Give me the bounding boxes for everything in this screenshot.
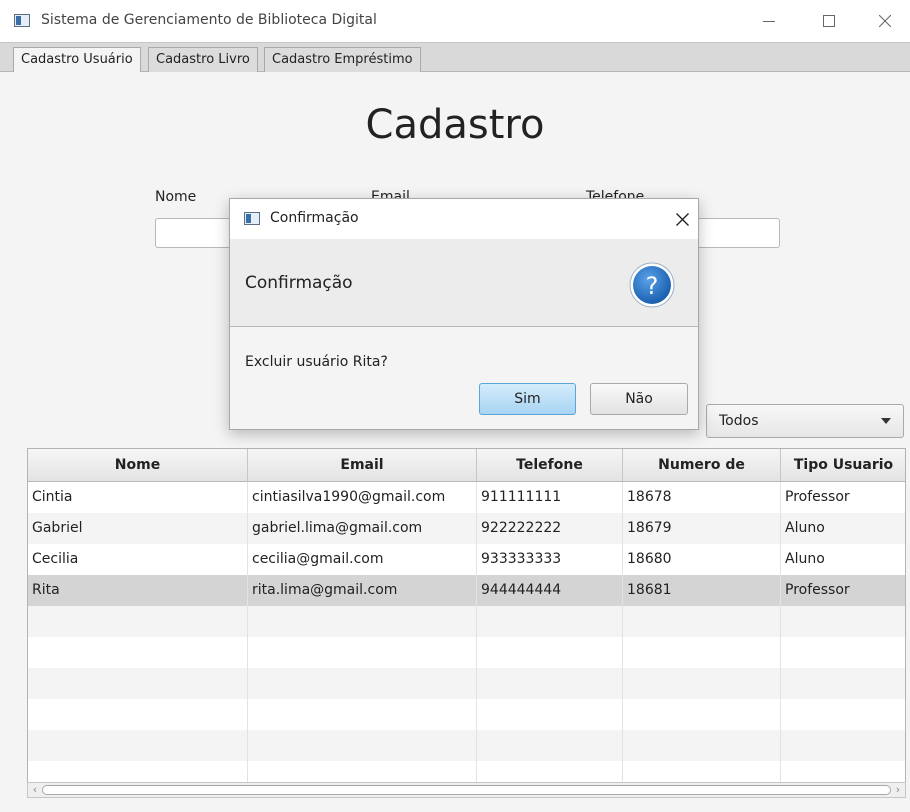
window-title: Sistema de Gerenciamento de Biblioteca D… bbox=[41, 12, 377, 28]
dialog-message: Excluir usuário Rita? bbox=[245, 354, 388, 370]
cell-nome: Cecilia bbox=[28, 544, 248, 575]
empty-cell bbox=[248, 606, 477, 637]
empty-cell bbox=[623, 637, 781, 668]
empty-cell bbox=[28, 699, 248, 730]
column-header-nome[interactable]: Nome bbox=[28, 449, 248, 482]
close-window-button[interactable] bbox=[862, 6, 908, 36]
empty-cell bbox=[477, 699, 623, 730]
empty-cell bbox=[28, 606, 248, 637]
dialog-close-button[interactable] bbox=[668, 205, 696, 233]
cell-numero-registro: 18681 bbox=[623, 575, 781, 606]
empty-cell bbox=[477, 730, 623, 761]
table-row-empty bbox=[28, 668, 905, 699]
empty-cell bbox=[477, 606, 623, 637]
cell-telefone: 944444444 bbox=[477, 575, 623, 606]
cell-nome: Rita bbox=[28, 575, 248, 606]
tipo-usuario-filter-select[interactable]: Todos bbox=[706, 404, 904, 438]
scroll-left-icon[interactable]: ‹ bbox=[28, 783, 42, 797]
empty-cell bbox=[28, 730, 248, 761]
page-title: Cadastro bbox=[365, 102, 545, 148]
sim-button[interactable]: Sim bbox=[479, 383, 576, 415]
window-app-icon bbox=[14, 14, 30, 27]
table-row[interactable]: Gabriel gabriel.lima@gmail.com 922222222… bbox=[28, 513, 905, 544]
cell-nome: Gabriel bbox=[28, 513, 248, 544]
empty-cell bbox=[781, 606, 905, 637]
cell-tipo-usuario: Professor bbox=[781, 575, 905, 606]
close-icon bbox=[675, 212, 689, 226]
empty-cell bbox=[623, 699, 781, 730]
empty-cell bbox=[781, 668, 905, 699]
column-header-tipo-usuario[interactable]: Tipo Usuario bbox=[781, 449, 905, 482]
window-app-icon bbox=[244, 212, 260, 225]
cell-tipo-usuario: Professor bbox=[781, 482, 905, 513]
tab-cadastro-livro[interactable]: Cadastro Livro bbox=[148, 47, 258, 73]
table-header: Nome Email Telefone Numero de Registro T… bbox=[28, 449, 905, 506]
empty-cell bbox=[248, 668, 477, 699]
cell-numero-registro: 18678 bbox=[623, 482, 781, 513]
cell-numero-registro: 18679 bbox=[623, 513, 781, 544]
dialog-title: Confirmação bbox=[270, 210, 359, 226]
empty-cell bbox=[623, 730, 781, 761]
scrollbar-thumb[interactable] bbox=[42, 785, 891, 795]
nao-button[interactable]: Não bbox=[590, 383, 688, 415]
tab-content: Cadastro Nome Email Telefone Todos Nome … bbox=[0, 72, 910, 812]
table-row[interactable]: Cecilia cecilia@gmail.com 933333333 1868… bbox=[28, 544, 905, 575]
table-row-empty bbox=[28, 699, 905, 730]
nome-label: Nome bbox=[155, 189, 197, 205]
empty-cell bbox=[623, 606, 781, 637]
table-row-empty bbox=[28, 606, 905, 637]
empty-cell bbox=[28, 637, 248, 668]
empty-cell bbox=[248, 730, 477, 761]
cell-email: gabriel.lima@gmail.com bbox=[248, 513, 477, 544]
empty-cell bbox=[781, 730, 905, 761]
column-header-email[interactable]: Email bbox=[248, 449, 477, 482]
dialog-header-text: Confirmação bbox=[245, 273, 353, 293]
empty-cell bbox=[248, 637, 477, 668]
cell-email: cecilia@gmail.com bbox=[248, 544, 477, 575]
cell-nome: Cintia bbox=[28, 482, 248, 513]
table-row-empty bbox=[28, 637, 905, 668]
svg-text:?: ? bbox=[646, 272, 659, 300]
cell-email: cintiasilva1990@gmail.com bbox=[248, 482, 477, 513]
cell-numero-registro: 18680 bbox=[623, 544, 781, 575]
tab-cadastro-usuario[interactable]: Cadastro Usuário bbox=[13, 47, 141, 74]
window-titlebar: Sistema de Gerenciamento de Biblioteca D… bbox=[0, 0, 910, 42]
cell-telefone: 922222222 bbox=[477, 513, 623, 544]
cell-email: rita.lima@gmail.com bbox=[248, 575, 477, 606]
cell-telefone: 933333333 bbox=[477, 544, 623, 575]
users-table[interactable]: Nome Email Telefone Numero de Registro T… bbox=[27, 448, 906, 788]
empty-cell bbox=[28, 668, 248, 699]
empty-cell bbox=[781, 699, 905, 730]
question-icon: ? bbox=[629, 262, 675, 308]
chevron-down-icon bbox=[881, 418, 891, 424]
close-icon bbox=[879, 15, 891, 27]
cell-tipo-usuario: Aluno bbox=[781, 513, 905, 544]
table-row-empty bbox=[28, 730, 905, 761]
empty-cell bbox=[477, 637, 623, 668]
maximize-button[interactable] bbox=[806, 6, 852, 36]
minimize-icon bbox=[763, 21, 775, 22]
column-header-telefone[interactable]: Telefone bbox=[477, 449, 623, 482]
dialog-titlebar: Confirmação bbox=[230, 199, 698, 239]
cell-telefone: 911111111 bbox=[477, 482, 623, 513]
column-header-numero-registro[interactable]: Numero de Registro bbox=[623, 449, 781, 506]
scroll-right-icon[interactable]: › bbox=[891, 783, 905, 797]
empty-cell bbox=[781, 637, 905, 668]
maximize-icon bbox=[823, 15, 835, 27]
horizontal-scrollbar[interactable]: ‹ › bbox=[27, 782, 906, 798]
table-row[interactable]: Cintia cintiasilva1990@gmail.com 9111111… bbox=[28, 482, 905, 513]
cell-tipo-usuario: Aluno bbox=[781, 544, 905, 575]
tab-cadastro-emprestimo[interactable]: Cadastro Empréstimo bbox=[264, 47, 421, 73]
empty-cell bbox=[248, 699, 477, 730]
filter-selected-value: Todos bbox=[719, 413, 759, 429]
empty-cell bbox=[623, 668, 781, 699]
dialog-header: Confirmação ? bbox=[230, 239, 698, 327]
minimize-button[interactable] bbox=[746, 6, 792, 36]
tab-bar: Cadastro Usuário Cadastro Livro Cadastro… bbox=[0, 42, 910, 74]
confirmation-dialog: Confirmação Confirmação ? Excluir usuári… bbox=[229, 198, 699, 430]
table-row-selected[interactable]: Rita rita.lima@gmail.com 944444444 18681… bbox=[28, 575, 905, 606]
empty-cell bbox=[477, 668, 623, 699]
